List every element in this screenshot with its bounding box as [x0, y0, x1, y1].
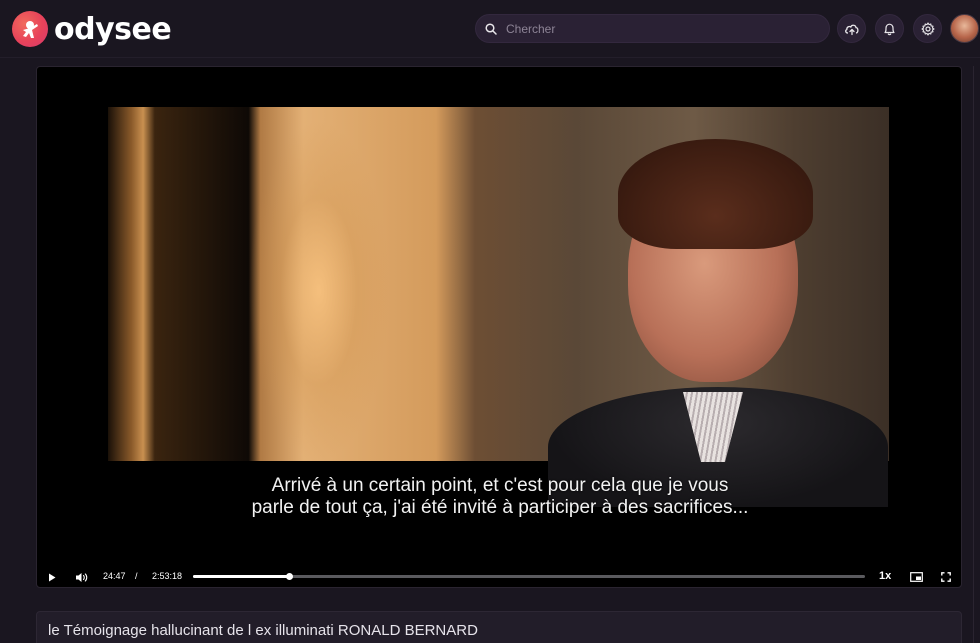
upload-icon [844, 24, 859, 35]
video-title-card: le Témoignage hallucinant de l ex illumi… [36, 611, 962, 643]
fullscreen-icon [941, 572, 951, 582]
progress-fill [193, 575, 290, 578]
gear-icon [920, 21, 935, 36]
player-controls: 24:47 / 2:53:18 1x [37, 565, 961, 587]
current-time: 24:47 [103, 571, 126, 581]
volume-icon [75, 572, 87, 582]
picture-in-picture-icon [909, 572, 923, 582]
video-player[interactable]: Arrivé à un certain point, et c'est pour… [36, 66, 962, 588]
bell-icon [884, 23, 895, 35]
progress-scrubber[interactable] [286, 573, 294, 580]
video-frame[interactable] [108, 107, 889, 507]
user-avatar[interactable] [950, 14, 979, 43]
notifications-button[interactable] [875, 14, 904, 43]
odysee-logo[interactable]: odysee [12, 11, 172, 47]
sidebar-edge [973, 66, 980, 643]
search-input[interactable] [506, 21, 806, 36]
playback-speed-button[interactable]: 1x [879, 570, 891, 582]
settings-button[interactable] [913, 14, 942, 43]
search-icon [485, 22, 497, 35]
site-header: odysee [0, 0, 980, 58]
interviewee-image [548, 127, 888, 507]
subtitle-line: Arrivé à un certain point, et c'est pour… [271, 475, 729, 496]
duration: 2:53:18 [152, 571, 183, 581]
play-button[interactable] [45, 569, 59, 585]
fullscreen-button[interactable] [938, 569, 954, 585]
picture-in-picture-button[interactable] [908, 569, 924, 585]
time-separator: / [135, 571, 138, 581]
video-subtitles: Arrivé à un certain point, et c'est pour… [37, 475, 961, 519]
search-bar[interactable] [475, 14, 830, 43]
volume-button[interactable] [73, 569, 89, 585]
play-icon [49, 573, 56, 581]
logo-spaceman-icon [12, 11, 48, 47]
progress-bar[interactable] [193, 573, 865, 580]
video-title: le Témoignage hallucinant de l ex illumi… [48, 622, 478, 639]
logo-wordmark: odysee [54, 11, 172, 47]
subtitle-line: parle de tout ça, j'ai été invité à part… [251, 497, 749, 518]
upload-button[interactable] [837, 14, 866, 43]
